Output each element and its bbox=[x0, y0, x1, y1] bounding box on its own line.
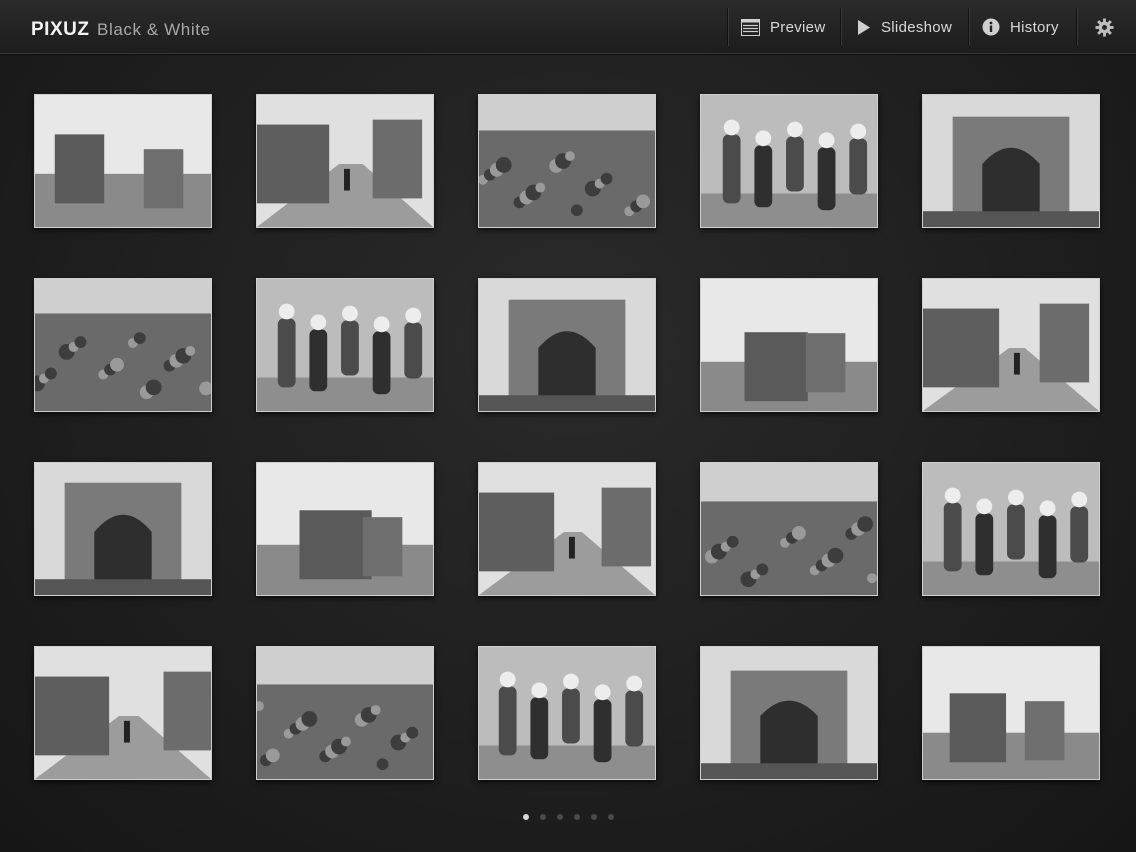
photo-thumbnail-windmill-in-park[interactable] bbox=[34, 462, 212, 596]
gear-icon bbox=[1095, 17, 1114, 37]
photo-image bbox=[257, 95, 433, 227]
photo-thumbnail-veiled-woman-and-child[interactable] bbox=[478, 462, 656, 596]
photo-thumbnail-men-gathered-outdoors[interactable] bbox=[34, 278, 212, 412]
photo-thumbnail-people-seated-under-trees[interactable] bbox=[922, 278, 1100, 412]
photo-image bbox=[479, 279, 655, 411]
preview-label: Preview bbox=[770, 18, 826, 36]
photo-image bbox=[35, 463, 211, 595]
photo-image bbox=[479, 95, 655, 227]
app-name: PIXUZ bbox=[31, 19, 90, 40]
photo-image bbox=[923, 95, 1099, 227]
play-icon bbox=[857, 19, 871, 36]
page-dot-5[interactable] bbox=[590, 814, 597, 820]
photo-image bbox=[701, 647, 877, 779]
page-dot-3[interactable] bbox=[556, 814, 563, 820]
photo-grid bbox=[34, 94, 1100, 780]
photo-image bbox=[257, 463, 433, 595]
toolbar-divider bbox=[727, 8, 728, 46]
photo-image bbox=[701, 463, 877, 595]
photo-thumbnail-market-street-with-pottery[interactable] bbox=[700, 94, 878, 228]
photo-image bbox=[701, 95, 877, 227]
photo-thumbnail-seated-craftsman-with-spindles[interactable] bbox=[922, 94, 1100, 228]
photo-image bbox=[479, 463, 655, 595]
photo-thumbnail-orthodox-church-and-tram[interactable] bbox=[700, 646, 878, 780]
top-bar: PIXUZ Black & White Preview Slideshow Hi… bbox=[0, 0, 1136, 54]
photo-image bbox=[35, 95, 211, 227]
slideshow-button[interactable]: Slideshow bbox=[857, 0, 952, 54]
slideshow-label: Slideshow bbox=[881, 18, 953, 36]
toolbar-divider bbox=[840, 8, 841, 46]
photo-thumbnail-large-crowd-in-square[interactable] bbox=[256, 278, 434, 412]
photo-thumbnail-tree-lined-avenue[interactable] bbox=[256, 94, 434, 228]
photo-image bbox=[923, 279, 1099, 411]
photo-thumbnail-three-men-in-turbans-under-arch[interactable] bbox=[478, 278, 656, 412]
page-dot-1[interactable] bbox=[522, 814, 529, 820]
photo-thumbnail-hotel-building-with-sign[interactable] bbox=[478, 646, 656, 780]
page-dot-2[interactable] bbox=[539, 814, 546, 820]
toolbar-divider bbox=[968, 8, 969, 46]
photo-thumbnail-river-with-rider-and-buildings[interactable] bbox=[700, 278, 878, 412]
history-button[interactable]: History bbox=[982, 0, 1059, 54]
toolbar-divider bbox=[1076, 8, 1077, 46]
album-title: Black & White bbox=[97, 20, 211, 39]
photo-thumbnail-madrasa-portal-and-garden[interactable] bbox=[256, 646, 434, 780]
photo-image bbox=[923, 463, 1099, 595]
photo-image bbox=[701, 279, 877, 411]
photo-thumbnail-cart-with-large-wheel[interactable] bbox=[700, 462, 878, 596]
info-icon bbox=[982, 18, 1000, 36]
photo-thumbnail-minaret-and-palace-facade[interactable] bbox=[922, 646, 1100, 780]
photo-thumbnail-modern-two-storey-building[interactable] bbox=[922, 462, 1100, 596]
list-icon bbox=[741, 18, 760, 36]
photo-thumbnail-dusty-street-with-walker[interactable] bbox=[478, 94, 656, 228]
photo-image bbox=[257, 279, 433, 411]
photo-thumbnail-domed-mausoleum-and-minaret[interactable] bbox=[34, 94, 212, 228]
photo-image bbox=[479, 647, 655, 779]
page-dot-4[interactable] bbox=[573, 814, 580, 820]
photo-image bbox=[923, 647, 1099, 779]
photo-image bbox=[35, 647, 211, 779]
photo-image bbox=[35, 279, 211, 411]
settings-button[interactable] bbox=[1095, 0, 1124, 54]
page-indicator bbox=[0, 814, 1136, 824]
photo-image bbox=[257, 647, 433, 779]
photo-thumbnail-group-portrait-of-men[interactable] bbox=[34, 646, 212, 780]
history-label: History bbox=[1010, 18, 1059, 36]
page-dot-6[interactable] bbox=[607, 814, 614, 820]
photo-thumbnail-fortified-city-gate[interactable] bbox=[256, 462, 434, 596]
preview-button[interactable]: Preview bbox=[741, 0, 825, 54]
